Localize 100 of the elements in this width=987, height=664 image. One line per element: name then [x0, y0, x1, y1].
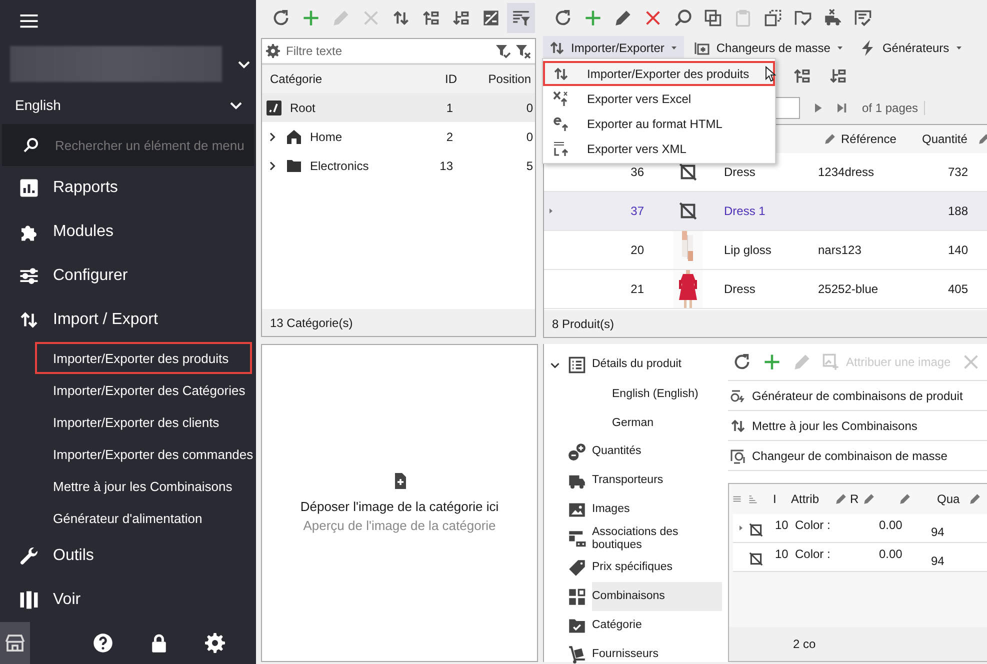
menu-item[interactable]: Import / Export [0, 298, 256, 342]
folder-check-icon[interactable] [794, 9, 812, 27]
next-icon[interactable] [812, 102, 824, 114]
last-page-icon[interactable] [836, 102, 848, 114]
menu-item[interactable]: Exporter vers Excel [543, 86, 775, 111]
table-row[interactable]: 20 Lip gloss nars123 140 [544, 231, 987, 270]
hand-truck-icon [568, 646, 586, 664]
up-down-arrows-icon [549, 40, 565, 56]
column-header[interactable]: I [763, 492, 787, 506]
table-cell-text: 94 [931, 553, 944, 568]
tree-row[interactable]: Root 1 0 [262, 93, 535, 122]
table-row[interactable]: 10 Color : 0.00 94 [733, 543, 987, 572]
menu-button[interactable]: Générateurs [854, 36, 970, 60]
wrench-icon [19, 546, 39, 566]
menu-item[interactable]: Modules [0, 210, 256, 254]
submenu-item[interactable]: Importer/Exporter des produits [35, 342, 252, 374]
list-check-icon[interactable] [854, 9, 872, 27]
column-header[interactable]: Référence [818, 132, 916, 146]
category-name: Home [310, 130, 342, 144]
action-button[interactable]: Mettre à jour les Combinaisons [728, 411, 987, 441]
table-cell-text: 1 [445, 100, 454, 114]
language-dropdown[interactable]: English [0, 86, 256, 124]
tree-item[interactable]: Combinaisons [592, 582, 722, 611]
tree-up-icon[interactable] [422, 9, 440, 27]
filter-check-icon[interactable] [495, 43, 511, 59]
hint-text: Aperçu de l'image de la catégorie [303, 518, 496, 533]
tree-item[interactable]: German [544, 408, 722, 437]
menu-item[interactable]: Configurer [0, 254, 256, 298]
tree-item[interactable]: Prix spécifiques [592, 553, 722, 582]
tree-item[interactable]: Transporteurs [592, 466, 722, 495]
table-cell-text: 188 [946, 204, 969, 218]
tree-item[interactable]: Associations des boutiques [592, 524, 722, 553]
tree-up-icon[interactable] [793, 67, 811, 85]
add-icon[interactable] [584, 9, 602, 27]
table-cell-text: Dress 1 [723, 204, 766, 218]
submenu-item[interactable]: Importer/Exporter des Catégories [35, 374, 252, 406]
column-header[interactable]: R [835, 492, 859, 506]
tree-item[interactable]: Détails du produit [592, 350, 722, 379]
menu-item[interactable]: Exporter au format HTML [543, 111, 775, 136]
search-bar[interactable]: Rechercher un élément de menu [2, 124, 254, 166]
table-row[interactable]: 10 Color : 0.00 94 [733, 514, 987, 543]
up-down-arrows-icon [553, 66, 569, 82]
tree-item[interactable]: Images [592, 495, 722, 524]
column-header[interactable]: Qua [933, 492, 965, 506]
copy-icon[interactable] [704, 9, 722, 27]
dashed-copy-icon[interactable] [764, 9, 782, 27]
truck-cross-icon[interactable] [824, 9, 842, 27]
columns-icon [19, 590, 39, 610]
shop-link-icon [568, 530, 586, 548]
column-header[interactable]: ID [423, 72, 463, 86]
action-button[interactable]: Générateur de combinaisons de produit [728, 381, 987, 411]
tree-down-icon[interactable] [452, 9, 470, 27]
tree-item[interactable]: Quantités [592, 437, 722, 466]
menu-item[interactable]: Importer/Exporter des produits [543, 61, 775, 86]
menu-item[interactable]: Outils [0, 534, 256, 578]
action-button[interactable]: Changeur de combinaison de masse [728, 441, 987, 471]
column-header[interactable]: Quantité [916, 132, 972, 146]
tree-item[interactable]: Catégorie [592, 611, 722, 640]
table-row[interactable]: 21 Dress 25252-blue 405 [544, 270, 987, 309]
submenu-item[interactable]: Mettre à jour les Combinaisons [35, 470, 252, 502]
table-cell-text: 0 [525, 100, 534, 114]
add-icon[interactable] [763, 353, 781, 371]
table-cell-text: 5 [525, 158, 534, 172]
close-icon[interactable] [644, 9, 662, 27]
xml-export-icon [553, 140, 569, 156]
column-header[interactable]: Attrib [791, 492, 831, 506]
table-row[interactable]: 37 Dress 1 188 [544, 192, 987, 231]
store-button[interactable] [0, 622, 30, 664]
tree-row[interactable]: Home 2 0 [262, 122, 535, 151]
excel-export-icon [553, 90, 569, 106]
submenu-item[interactable]: Importer/Exporter des clients [35, 406, 252, 438]
refresh-icon[interactable] [272, 9, 290, 27]
column-header[interactable]: Position [463, 72, 535, 86]
filter-clear-icon[interactable] [515, 43, 531, 59]
menu-item[interactable]: Rapports [0, 166, 256, 210]
search-field[interactable]: Rechercher un élément de menu [53, 136, 254, 154]
column-header[interactable]: Catégorie [270, 72, 423, 86]
add-icon[interactable] [302, 9, 320, 27]
blurred-field[interactable] [10, 46, 222, 82]
tree-down-icon[interactable] [829, 67, 847, 85]
caret-icon [955, 44, 964, 52]
refresh-icon[interactable] [554, 9, 572, 27]
menu-button[interactable]: Changeurs de masse [688, 36, 850, 60]
submenu-item[interactable]: Générateur d'alimentation [35, 502, 252, 534]
table-cell-text: 20 [630, 243, 645, 257]
filter-icon[interactable] [512, 9, 530, 27]
tree-item[interactable]: Fournisseurs [592, 640, 722, 664]
up-down-arrows-icon[interactable] [392, 9, 410, 27]
tree-row[interactable]: Electronics 13 5 [262, 151, 535, 180]
pencil-icon[interactable] [614, 9, 632, 27]
sort-icon[interactable] [747, 493, 759, 505]
search-icon[interactable] [674, 9, 692, 27]
drop-zone[interactable]: Déposer l'image de la catégorie ici Aperçu de l'image de la catégorie [261, 344, 538, 662]
submenu-item[interactable]: Importer/Exporter des commandes [35, 438, 252, 470]
menu-button[interactable]: Importer/Exporter [543, 36, 684, 60]
menu-item[interactable]: Voir [0, 578, 256, 622]
tree-item[interactable]: English (English) [544, 379, 722, 408]
image-minus-icon[interactable] [482, 9, 500, 27]
list-icon [568, 356, 586, 374]
refresh-icon[interactable] [733, 353, 751, 371]
